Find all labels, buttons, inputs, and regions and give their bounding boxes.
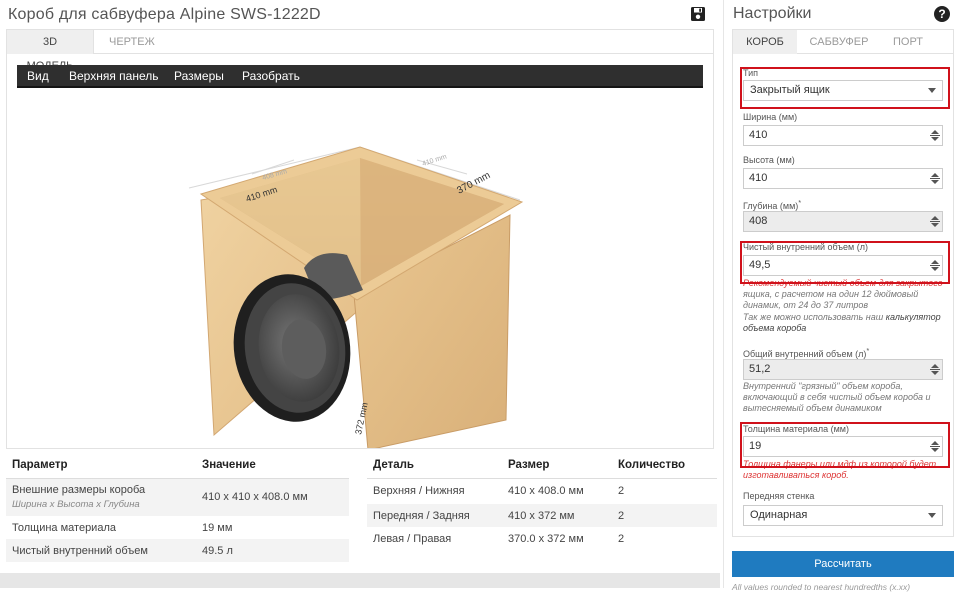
gross-volume-field[interactable]: 51,2 <box>743 359 943 380</box>
part-size: 410 x 408.0 мм <box>502 478 612 504</box>
col-header-size: Размер <box>502 452 612 479</box>
col-header-parameter: Параметр <box>6 452 196 479</box>
net-volume-note: ящика, с расчетом на один 12 дюймовый ди… <box>743 289 919 310</box>
part-name: Левая / Правая <box>367 527 502 550</box>
parameters-table: Параметр Значение Внешние размеры короба… <box>6 452 349 562</box>
depth-label: Глубина (мм)* <box>743 198 802 211</box>
height-label: Высота (мм) <box>743 155 795 165</box>
param-name: Внешние размеры короба <box>12 484 146 497</box>
table-row: Верхняя / Нижняя 410 x 408.0 мм 2 <box>367 478 717 504</box>
param-name: Чистый внутренний объем <box>6 539 196 562</box>
part-name: Верхняя / Нижняя <box>367 478 502 504</box>
part-qty: 2 <box>612 478 717 504</box>
toolbar-view[interactable]: Вид <box>27 65 49 88</box>
tab-box[interactable]: Короб <box>733 30 797 54</box>
net-volume-value: 49,5 <box>749 259 771 271</box>
part-size: 410 x 372 мм <box>502 504 612 527</box>
parts-table: Деталь Размер Количество Верхняя / Нижня… <box>367 452 717 550</box>
table-row: Чистый внутренний объем 49.5 л <box>6 539 349 562</box>
param-name: Толщина материала <box>6 516 196 539</box>
part-qty: 2 <box>612 527 717 550</box>
settings-card: Короб Сабвуфер Порт Тип Закрытый ящик Ши… <box>732 29 954 537</box>
toolbar-disassemble[interactable]: Разобрать <box>242 65 300 88</box>
type-label: Тип <box>743 68 759 78</box>
width-value: 410 <box>749 129 768 141</box>
dim-top-right: 410 mm <box>421 153 447 168</box>
bottom-strip <box>0 573 720 588</box>
param-value: 410 x 410 x 408.0 мм <box>196 478 349 516</box>
part-name: Передняя / Задняя <box>367 504 502 527</box>
table-row: Внешние размеры короба Ширина х Высота х… <box>6 478 349 516</box>
table-row: Толщина материала 19 мм <box>6 516 349 539</box>
calculate-button[interactable]: Рассчитать <box>732 551 954 577</box>
model-card: 3D модель Чертеж Вид Верхняя панель Разм… <box>6 29 714 449</box>
3d-viewer[interactable]: 410 mm 370 mm 372 mm 408 mm 410 mm <box>17 90 703 448</box>
thickness-value: 19 <box>749 440 762 452</box>
toolbar-top-panel[interactable]: Верхняя панель <box>69 65 159 88</box>
thickness-note: Толщина фанеры или мдф из которой будет … <box>743 459 937 480</box>
save-icon[interactable] <box>690 6 706 22</box>
help-icon[interactable]: ? <box>934 6 950 22</box>
net-volume-field[interactable]: 49,5 <box>743 255 943 276</box>
stepper-icon[interactable] <box>930 259 940 272</box>
subwoofer-box-model: 410 mm 370 mm 372 mm 408 mm 410 mm <box>188 146 524 448</box>
depth-field[interactable]: 408 <box>743 211 943 232</box>
type-select[interactable]: Закрытый ящик <box>743 80 943 101</box>
tab-subwoofer[interactable]: Сабвуфер <box>803 30 875 54</box>
width-field[interactable]: 410 <box>743 125 943 146</box>
tab-drawing[interactable]: Чертеж <box>97 30 167 54</box>
gross-volume-note: Внутренний "грязный" объем короба, включ… <box>743 381 931 413</box>
settings-title: Настройки <box>733 5 812 22</box>
viewer-toolbar: Вид Верхняя панель Размеры Разобрать <box>17 65 703 88</box>
gross-volume-label: Общий внутренний объем (л)* <box>743 346 870 359</box>
chevron-down-icon <box>928 513 936 518</box>
front-wall-label: Передняя стенка <box>743 491 815 501</box>
height-field[interactable]: 410 <box>743 168 943 189</box>
settings-tabs: Короб Сабвуфер Порт <box>733 30 953 54</box>
param-value: 49.5 л <box>196 539 349 562</box>
settings-panel: Настройки ? Короб Сабвуфер Порт Тип Закр… <box>723 0 960 592</box>
net-volume-label: Чистый внутренний объем (л) <box>743 242 868 252</box>
stepper-icon[interactable] <box>930 215 940 228</box>
stepper-icon[interactable] <box>930 129 940 142</box>
gross-volume-value: 51,2 <box>749 363 771 375</box>
stepper-icon[interactable] <box>930 172 940 185</box>
width-label: Ширина (мм) <box>743 112 798 122</box>
stepper-icon[interactable] <box>930 363 940 376</box>
main-tabs: 3D модель Чертеж <box>7 30 713 72</box>
front-wall-select[interactable]: Одинарная <box>743 505 943 526</box>
calculator-note: Так же можно использовать наш калькулято… <box>743 312 941 333</box>
page-title: Короб для сабвуфера Alpine SWS-1222D <box>8 6 321 23</box>
chevron-down-icon <box>928 88 936 93</box>
table-row: Левая / Правая 370.0 x 372 мм 2 <box>367 527 717 550</box>
col-header-value: Значение <box>196 452 349 479</box>
type-select-value: Закрытый ящик <box>750 84 830 96</box>
net-volume-recommendation: Рекомендуемый чистый объем для закрытого <box>743 278 943 288</box>
depth-value: 408 <box>749 215 768 227</box>
col-header-quantity: Количество <box>612 452 717 479</box>
param-value: 19 мм <box>196 516 349 539</box>
col-header-part: Деталь <box>367 452 502 479</box>
thickness-field[interactable]: 19 <box>743 436 943 457</box>
rounding-footnote: All values rounded to nearest hundredths… <box>732 582 911 592</box>
front-wall-value: Одинарная <box>750 509 808 521</box>
main-area: Короб для сабвуфера Alpine SWS-1222D 3D … <box>0 0 720 588</box>
tab-port[interactable]: Порт <box>883 30 933 54</box>
table-row: Передняя / Задняя 410 x 372 мм 2 <box>367 504 717 527</box>
height-value: 410 <box>749 172 768 184</box>
param-note: Ширина х Высота х Глубина <box>12 499 140 511</box>
toolbar-dimensions[interactable]: Размеры <box>174 65 224 88</box>
thickness-label: Толщина материала (мм) <box>743 424 849 434</box>
part-size: 370.0 x 372 мм <box>502 527 612 550</box>
stepper-icon[interactable] <box>930 440 940 453</box>
tab-3d-model[interactable]: 3D модель <box>7 30 94 72</box>
part-qty: 2 <box>612 504 717 527</box>
